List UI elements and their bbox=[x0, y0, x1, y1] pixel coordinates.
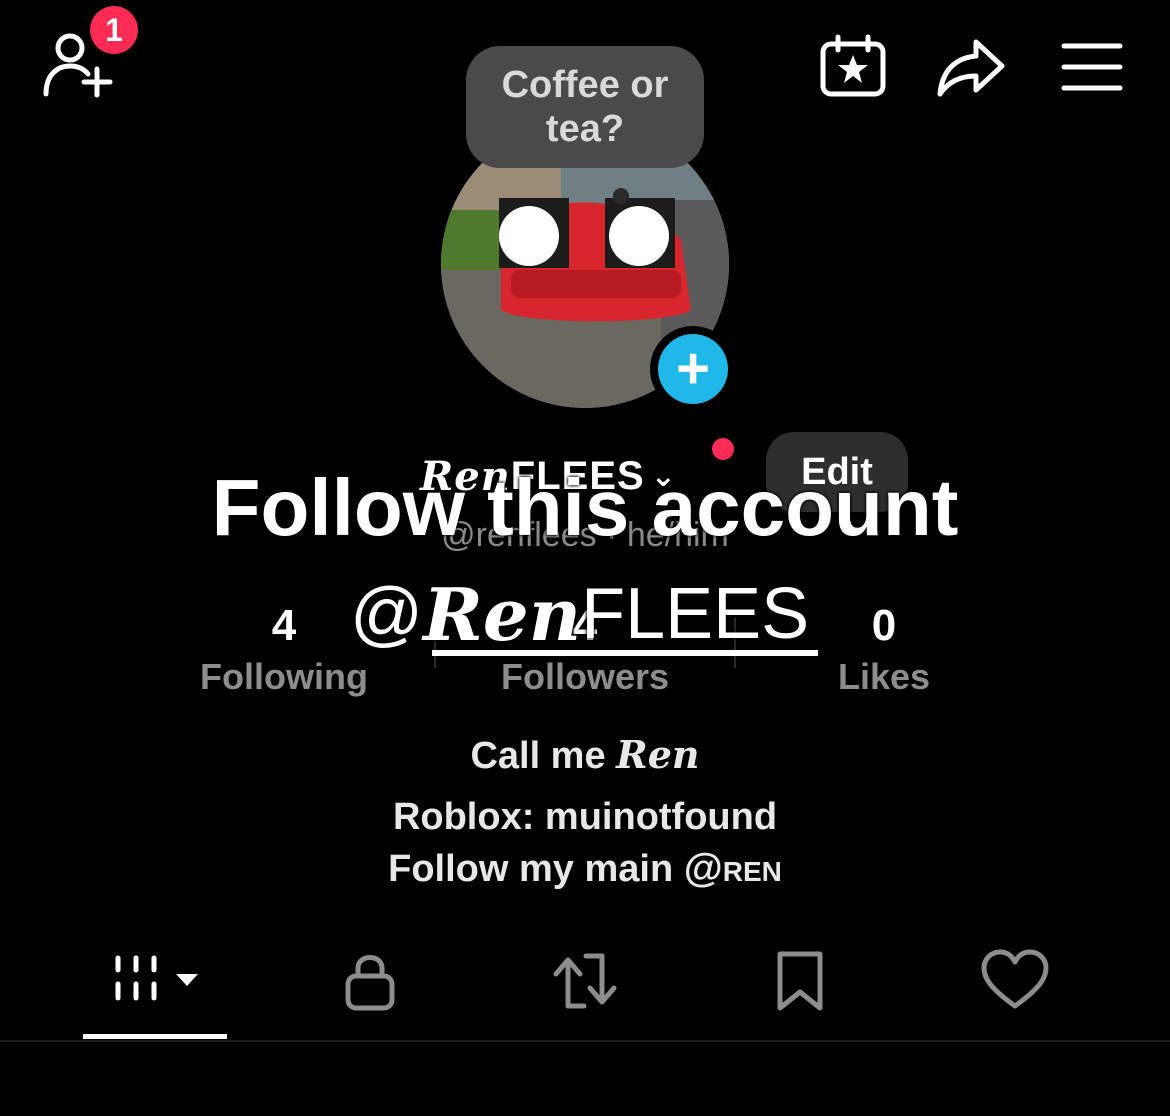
bio-script-name: Ren bbox=[616, 732, 700, 777]
overlay-at: @ bbox=[350, 574, 424, 654]
repost-icon bbox=[553, 953, 617, 1009]
tab-private[interactable] bbox=[325, 946, 415, 1016]
active-tab-indicator bbox=[83, 1034, 227, 1039]
stat-label: Likes bbox=[837, 656, 931, 697]
stat-label: Following bbox=[200, 656, 368, 697]
overlay-handle-rest: FLEES bbox=[581, 574, 810, 654]
menu-icon bbox=[1061, 43, 1123, 91]
tab-divider bbox=[0, 1040, 1170, 1042]
menu-button[interactable] bbox=[1058, 34, 1128, 100]
overlay-title: Follow this account bbox=[211, 463, 959, 552]
chevron-down-icon bbox=[176, 974, 198, 986]
plus-icon: + bbox=[658, 334, 728, 404]
share-button[interactable] bbox=[936, 34, 1006, 100]
bio-line-1: Call me Ren bbox=[0, 732, 1170, 778]
note-text: Coffee or tea? bbox=[501, 64, 669, 150]
bio-prefix: Follow my main bbox=[388, 848, 684, 890]
unread-dot bbox=[712, 438, 734, 460]
share-icon bbox=[937, 39, 1005, 97]
notification-badge: 1 bbox=[90, 6, 138, 54]
bio-mention-link[interactable]: @ren bbox=[684, 846, 782, 890]
tab-reposts[interactable] bbox=[540, 946, 630, 1016]
overlay-handle: @ Ren FLEES bbox=[350, 571, 810, 657]
bio-prefix: Call me bbox=[470, 735, 617, 777]
bio-line-2: Roblox: muinotfound bbox=[392, 796, 778, 838]
lock-icon bbox=[345, 955, 395, 1011]
note-bubble[interactable]: Coffee or tea? bbox=[466, 46, 704, 168]
bio-line-3: Follow my main @ren bbox=[0, 846, 1170, 891]
overlay-handle-script: Ren bbox=[423, 571, 582, 657]
calendar-button[interactable] bbox=[818, 34, 888, 100]
tab-videos[interactable] bbox=[110, 946, 210, 1016]
note-pointer-dot bbox=[613, 188, 629, 204]
bookmark-icon bbox=[777, 951, 823, 1011]
calendar-star-icon bbox=[820, 34, 886, 97]
stat-label: Followers bbox=[500, 656, 670, 697]
overlay-underline bbox=[432, 650, 818, 656]
grid-icon bbox=[115, 955, 198, 1001]
heart-icon bbox=[981, 949, 1049, 1009]
tab-liked[interactable] bbox=[970, 946, 1060, 1016]
add-story-button[interactable]: + bbox=[650, 326, 736, 412]
tab-favorites[interactable] bbox=[755, 946, 845, 1016]
